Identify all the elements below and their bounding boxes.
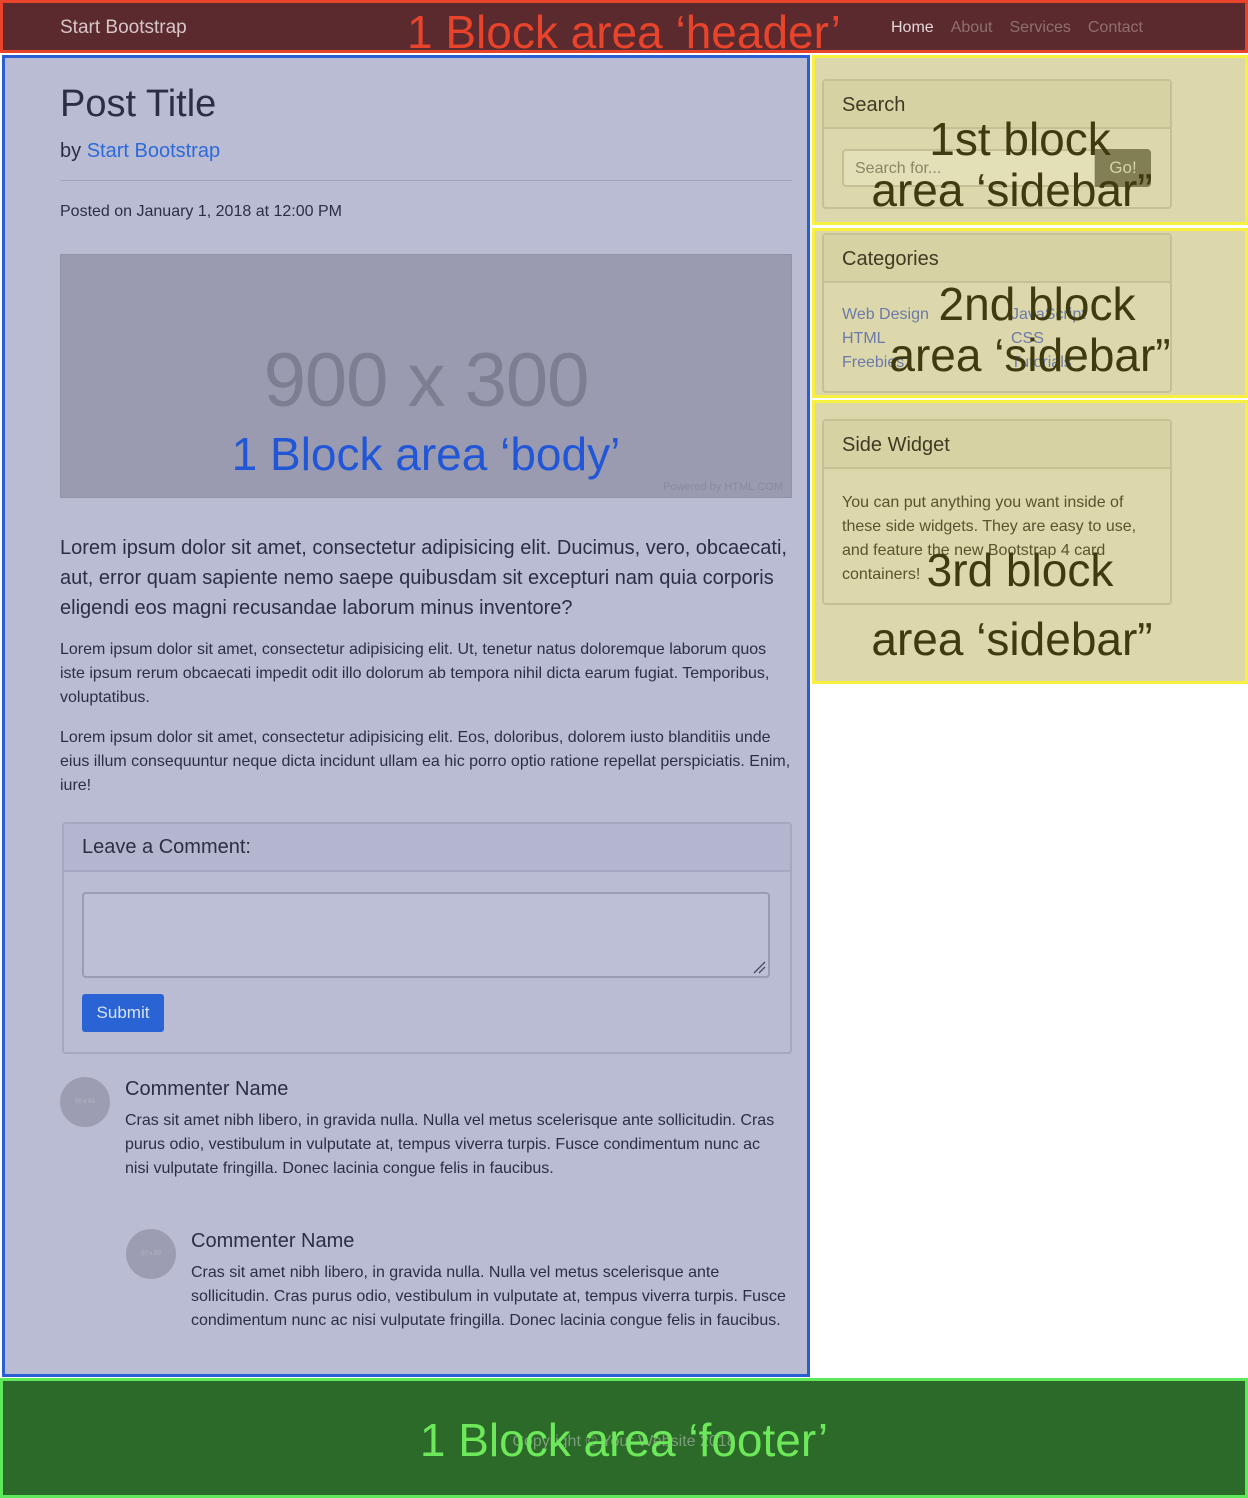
- overlay-line: 2nd block: [938, 278, 1136, 330]
- post-paragraph: Lorem ipsum dolor sit amet, consectetur …: [60, 729, 791, 794]
- image-powered-by: Powered by HTML.COM: [663, 481, 783, 493]
- divider: [60, 180, 792, 181]
- header-block: Start Bootstrap Home About Services Cont…: [0, 0, 1248, 58]
- post-image-placeholder: 900 x 300 1 Block area ‘body’ Powered by…: [60, 254, 792, 498]
- author-link[interactable]: Start Bootstrap: [87, 140, 220, 162]
- overlay-line: area ‘sidebar”: [871, 163, 1153, 216]
- image-size-text: 900 x 300: [263, 338, 590, 423]
- body-overlay-label: 1 Block area ‘body’: [231, 428, 621, 480]
- post-paragraph: Lorem ipsum dolor sit amet, consectetur …: [60, 641, 770, 706]
- nav-services-link[interactable]: Services: [1010, 19, 1071, 37]
- comment-form-title: Leave a Comment:: [64, 824, 790, 872]
- side-widget-title: Side Widget: [824, 421, 1170, 469]
- overlay-line: area ‘sidebar”: [889, 328, 1171, 381]
- categories-card-title: Categories: [824, 235, 1170, 283]
- sidebar-overlay-label: 1st block area ‘sidebar”: [871, 113, 1165, 215]
- post-lead: Lorem ipsum dolor sit amet, consectetur …: [60, 537, 787, 619]
- sidebar-overlay-label: 2nd block area ‘sidebar”: [887, 279, 1187, 380]
- post-title: Post Title: [60, 83, 217, 125]
- body-block: Post Title by Start Bootstrap Posted on …: [2, 55, 810, 1377]
- sidebar-block-widget: Side Widget You can put anything you wan…: [812, 400, 1248, 684]
- post-date: Posted on January 1, 2018 at 12:00 PM: [60, 203, 342, 220]
- header-overlay-label: 1 Block area ‘header’: [407, 6, 841, 58]
- footer-block: Copyright © Your Website 2018 1 Block ar…: [0, 1378, 1248, 1498]
- footer-overlay-label: 1 Block area ‘footer’: [419, 1414, 829, 1466]
- comment-form-card: Leave a Comment: Submit: [62, 822, 792, 1054]
- overlay-line: 1st block: [929, 113, 1111, 165]
- comment-textarea[interactable]: [82, 892, 770, 978]
- nav-home-link[interactable]: Home: [891, 19, 934, 37]
- main-nav: Home About Services Contact: [891, 19, 1160, 37]
- overlay-line: 3rd block: [926, 544, 1114, 596]
- sidebar-overlay-label: 3rd block area ‘sidebar”: [871, 544, 1165, 664]
- byline-prefix: by: [60, 140, 82, 162]
- commenter-name: Commenter Name: [191, 1230, 355, 1252]
- brand-link[interactable]: Start Bootstrap: [60, 17, 187, 39]
- submit-button[interactable]: Submit: [82, 994, 164, 1032]
- sidebar-block-search: Search Search for... Go! 1st block area …: [812, 55, 1248, 225]
- nav-contact-link[interactable]: Contact: [1088, 19, 1143, 37]
- resize-grip-icon[interactable]: [752, 960, 766, 974]
- post-byline: by Start Bootstrap: [60, 140, 220, 163]
- avatar: 50 x 50: [126, 1229, 176, 1279]
- nav-about-link[interactable]: About: [951, 19, 993, 37]
- comment-text: Cras sit amet nibh libero, in gravida nu…: [125, 1112, 775, 1177]
- avatar: 50 x 50: [60, 1077, 110, 1127]
- comment-text: Cras sit amet nibh libero, in gravida nu…: [191, 1264, 786, 1329]
- sidebar-block-categories: Categories Web Design HTML Freebies Java…: [812, 228, 1248, 398]
- overlay-line: area ‘sidebar”: [871, 612, 1153, 665]
- commenter-name: Commenter Name: [125, 1078, 289, 1100]
